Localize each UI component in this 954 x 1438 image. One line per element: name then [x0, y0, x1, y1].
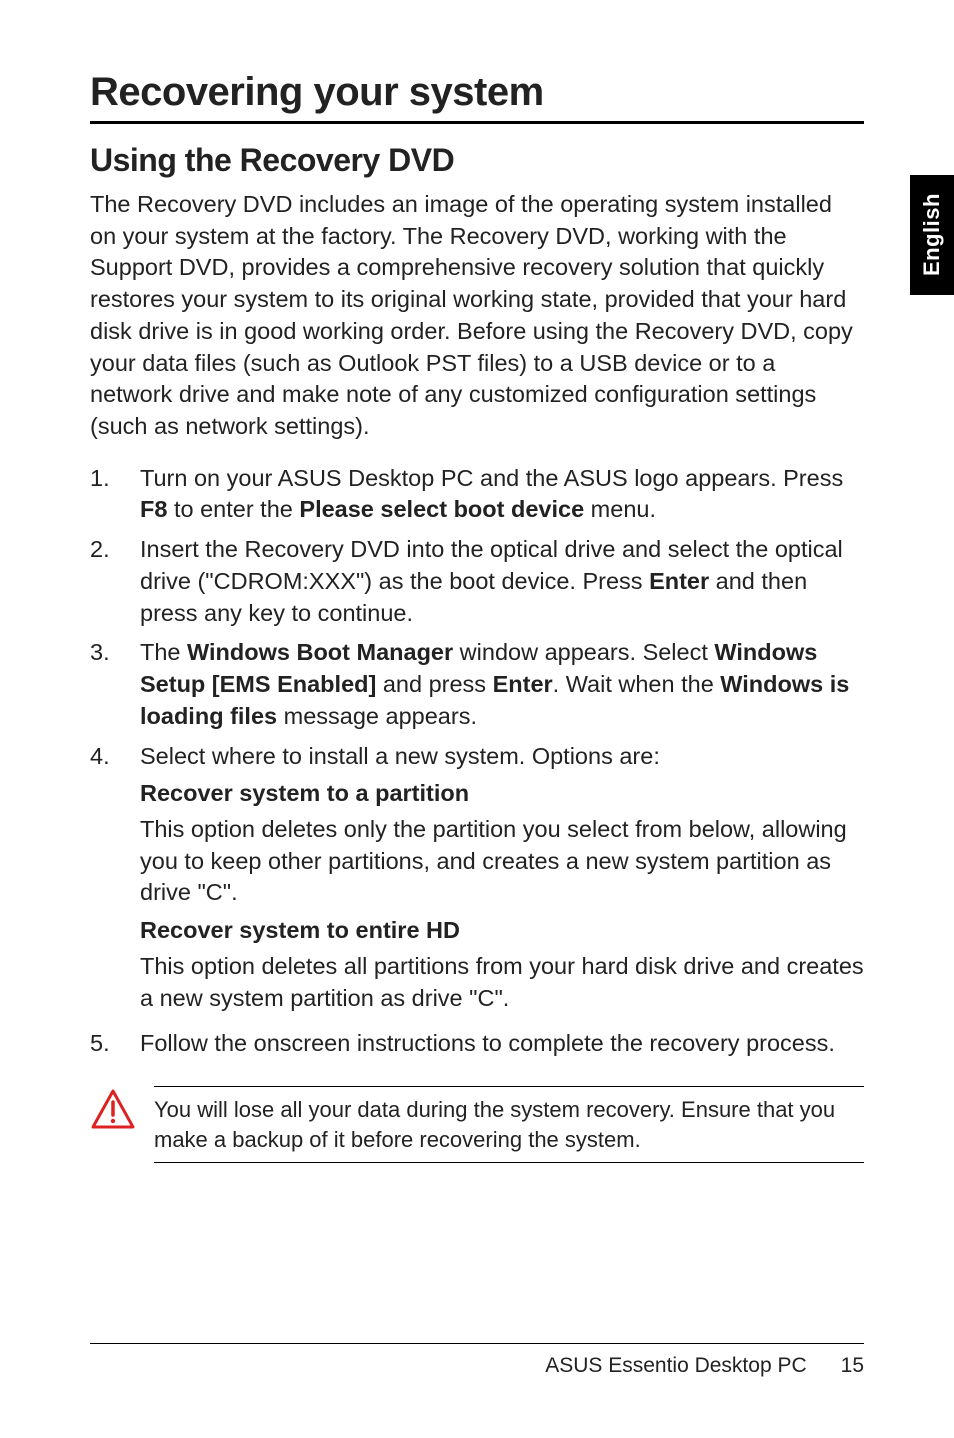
step-text: Insert the Recovery DVD into the optical…	[140, 534, 864, 629]
step-content: Turn on your ASUS Desktop PC and the ASU…	[140, 463, 864, 526]
step-content: Insert the Recovery DVD into the optical…	[140, 534, 864, 629]
warning-icon	[90, 1088, 136, 1135]
step-subparagraph: This option deletes only the partition y…	[140, 814, 864, 909]
step-text: Select where to install a new system. Op…	[140, 741, 864, 773]
step-number: 4.	[90, 741, 140, 1021]
step-subparagraph: This option deletes all partitions from …	[140, 951, 864, 1014]
step-text: Follow the onscreen instructions to comp…	[140, 1028, 864, 1060]
language-tab: English	[910, 175, 954, 295]
warning-text: You will lose all your data during the s…	[154, 1086, 864, 1163]
warning-callout: You will lose all your data during the s…	[90, 1078, 864, 1171]
page-footer: ASUS Essentio Desktop PC 15	[90, 1343, 864, 1378]
step-text: The Windows Boot Manager window appears.…	[140, 637, 864, 732]
steps-list: 1.Turn on your ASUS Desktop PC and the A…	[90, 463, 864, 1060]
chapter-title: Recovering your system	[90, 70, 864, 124]
step-content: Select where to install a new system. Op…	[140, 741, 864, 1021]
step-subheading: Recover system to a partition	[140, 778, 864, 810]
step-number: 5.	[90, 1028, 140, 1060]
step-number: 1.	[90, 463, 140, 526]
step-subheading: Recover system to entire HD	[140, 915, 864, 947]
step-item: 2.Insert the Recovery DVD into the optic…	[90, 534, 864, 629]
step-content: The Windows Boot Manager window appears.…	[140, 637, 864, 732]
section-title: Using the Recovery DVD	[90, 142, 864, 179]
step-item: 1.Turn on your ASUS Desktop PC and the A…	[90, 463, 864, 526]
step-item: 4.Select where to install a new system. …	[90, 741, 864, 1021]
intro-paragraph: The Recovery DVD includes an image of th…	[90, 189, 864, 443]
step-text: Turn on your ASUS Desktop PC and the ASU…	[140, 463, 864, 526]
step-content: Follow the onscreen instructions to comp…	[140, 1028, 864, 1060]
footer-product: ASUS Essentio Desktop PC	[545, 1354, 806, 1378]
step-item: 5.Follow the onscreen instructions to co…	[90, 1028, 864, 1060]
step-number: 3.	[90, 637, 140, 732]
footer-page-number: 15	[841, 1354, 864, 1378]
step-number: 2.	[90, 534, 140, 629]
step-item: 3.The Windows Boot Manager window appear…	[90, 637, 864, 732]
